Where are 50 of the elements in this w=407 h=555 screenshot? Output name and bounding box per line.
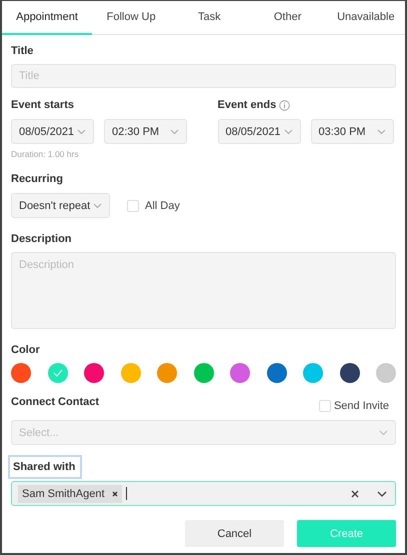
field-label: Description xyxy=(11,233,73,245)
cancel-button[interactable]: Cancel xyxy=(185,520,284,547)
tab[interactable]: Appointment xyxy=(2,1,92,35)
tab[interactable]: Task xyxy=(170,1,248,35)
color-swatch[interactable] xyxy=(120,363,140,383)
chevron-down-icon xyxy=(379,430,388,436)
field-label: Title xyxy=(11,45,34,57)
field-label: Event ends xyxy=(218,99,276,111)
field-label: Event starts xyxy=(11,99,75,111)
time-select[interactable]: 02:30 PM xyxy=(104,119,187,144)
date-select[interactable]: 08/05/2021 xyxy=(218,119,300,144)
chevron-down-icon xyxy=(77,128,86,134)
title-input[interactable]: Title xyxy=(11,64,396,88)
color-swatch[interactable] xyxy=(266,363,286,383)
shared-with-select[interactable]: Sam SmithAgent xyxy=(11,481,396,506)
time-select[interactable]: 03:30 PM xyxy=(310,119,394,144)
date-select[interactable]: 08/05/2021 xyxy=(11,119,94,144)
tag-text: Sam SmithAgent xyxy=(22,488,105,500)
chevron-down-icon xyxy=(93,202,102,208)
description-textarea[interactable]: Description xyxy=(11,252,396,329)
all-day-checkbox[interactable] xyxy=(127,200,139,212)
send-invite-checkbox[interactable] xyxy=(318,400,331,412)
field-label: Shared with xyxy=(8,455,82,479)
checkbox-label: All Day xyxy=(145,200,180,212)
clear-icon[interactable] xyxy=(351,490,359,498)
color-swatch[interactable] xyxy=(11,363,31,383)
color-swatch[interactable] xyxy=(376,363,396,383)
chevron-down-icon[interactable] xyxy=(377,490,387,496)
color-swatch[interactable] xyxy=(303,363,323,383)
chevron-down-icon xyxy=(284,128,292,134)
tab[interactable]: Unavailable xyxy=(326,1,405,35)
tab[interactable]: Other xyxy=(248,1,327,35)
info-icon[interactable] xyxy=(279,100,290,110)
field-label: Color xyxy=(11,344,41,356)
chevron-down-icon xyxy=(376,128,386,134)
color-swatch[interactable] xyxy=(84,363,104,383)
color-swatch[interactable] xyxy=(48,363,68,383)
color-swatch[interactable] xyxy=(340,363,360,383)
color-swatch[interactable] xyxy=(194,363,214,383)
color-swatch[interactable] xyxy=(230,363,250,383)
text-cursor xyxy=(126,487,127,500)
color-swatch[interactable] xyxy=(157,363,177,383)
recurrence-select[interactable]: Doesn't repeat xyxy=(11,193,110,218)
field-label: Recurring xyxy=(11,173,64,185)
tab[interactable]: Follow Up xyxy=(92,1,170,35)
field-label: Connect Contact xyxy=(11,396,99,408)
chevron-down-icon xyxy=(170,128,179,134)
duration-text: Duration: 1.00 hrs xyxy=(11,149,80,159)
checkbox-label: Send Invite xyxy=(334,400,389,412)
remove-icon[interactable] xyxy=(112,490,118,496)
